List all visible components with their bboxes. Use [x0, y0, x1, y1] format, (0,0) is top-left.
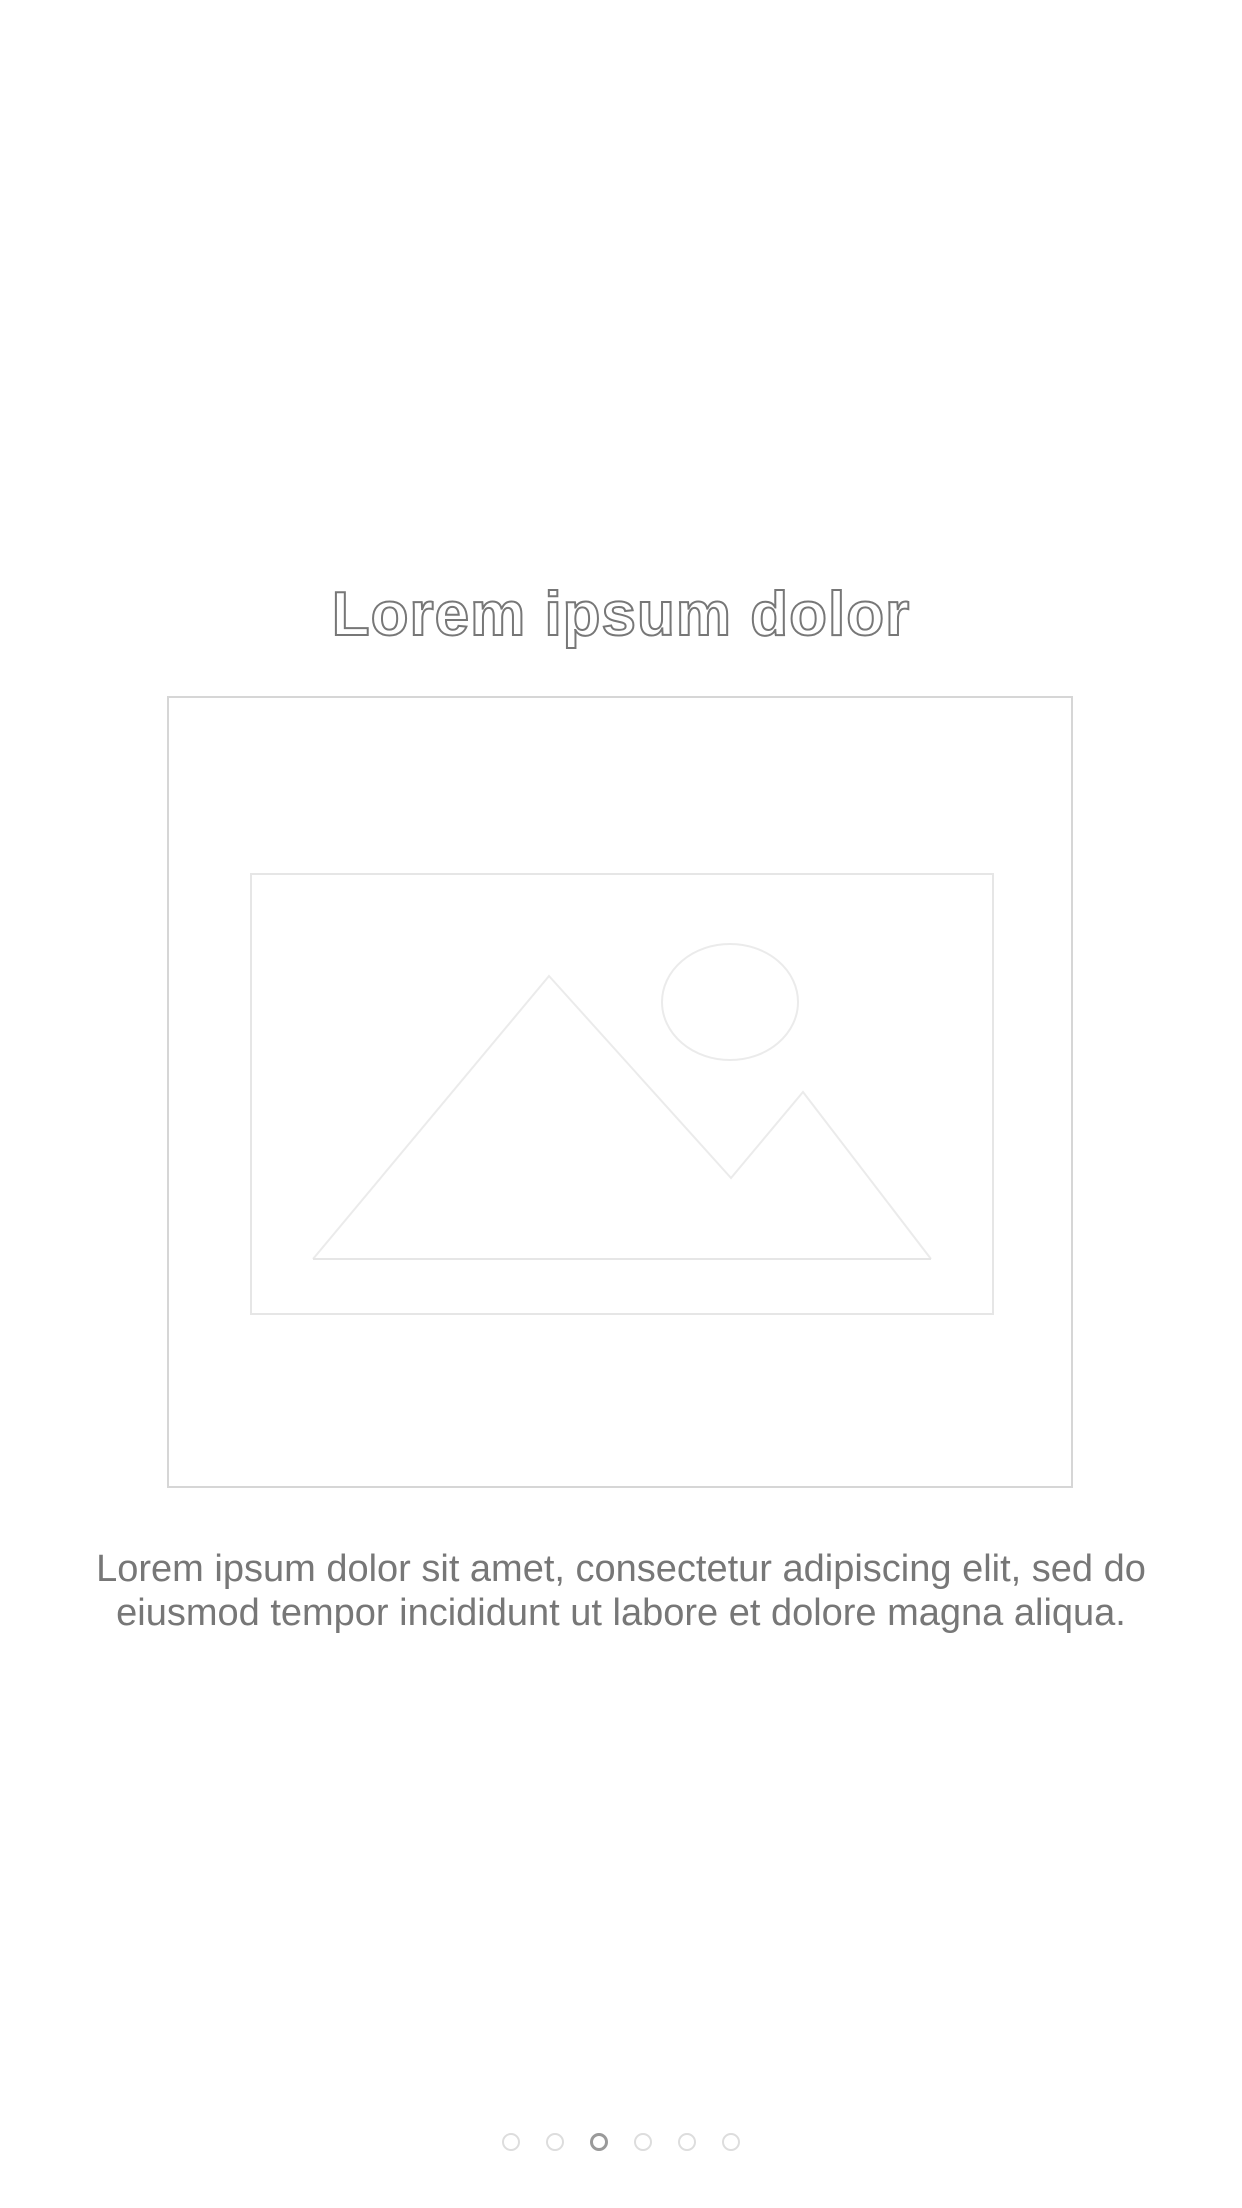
page-dot-2[interactable] — [546, 2133, 564, 2151]
onboarding-description: Lorem ipsum dolor sit amet, consectetur … — [96, 1548, 1146, 1634]
page-dot-4[interactable] — [634, 2133, 652, 2151]
image-placeholder-icon — [250, 873, 994, 1315]
page-dot-3[interactable] — [590, 2133, 608, 2151]
page-dot-5[interactable] — [678, 2133, 696, 2151]
page-dot-6[interactable] — [722, 2133, 740, 2151]
onboarding-title: Lorem ipsum dolor — [331, 579, 911, 650]
page-dot-1[interactable] — [502, 2133, 520, 2151]
page-indicator[interactable] — [0, 2131, 1242, 2153]
onboarding-image-frame — [167, 696, 1073, 1488]
